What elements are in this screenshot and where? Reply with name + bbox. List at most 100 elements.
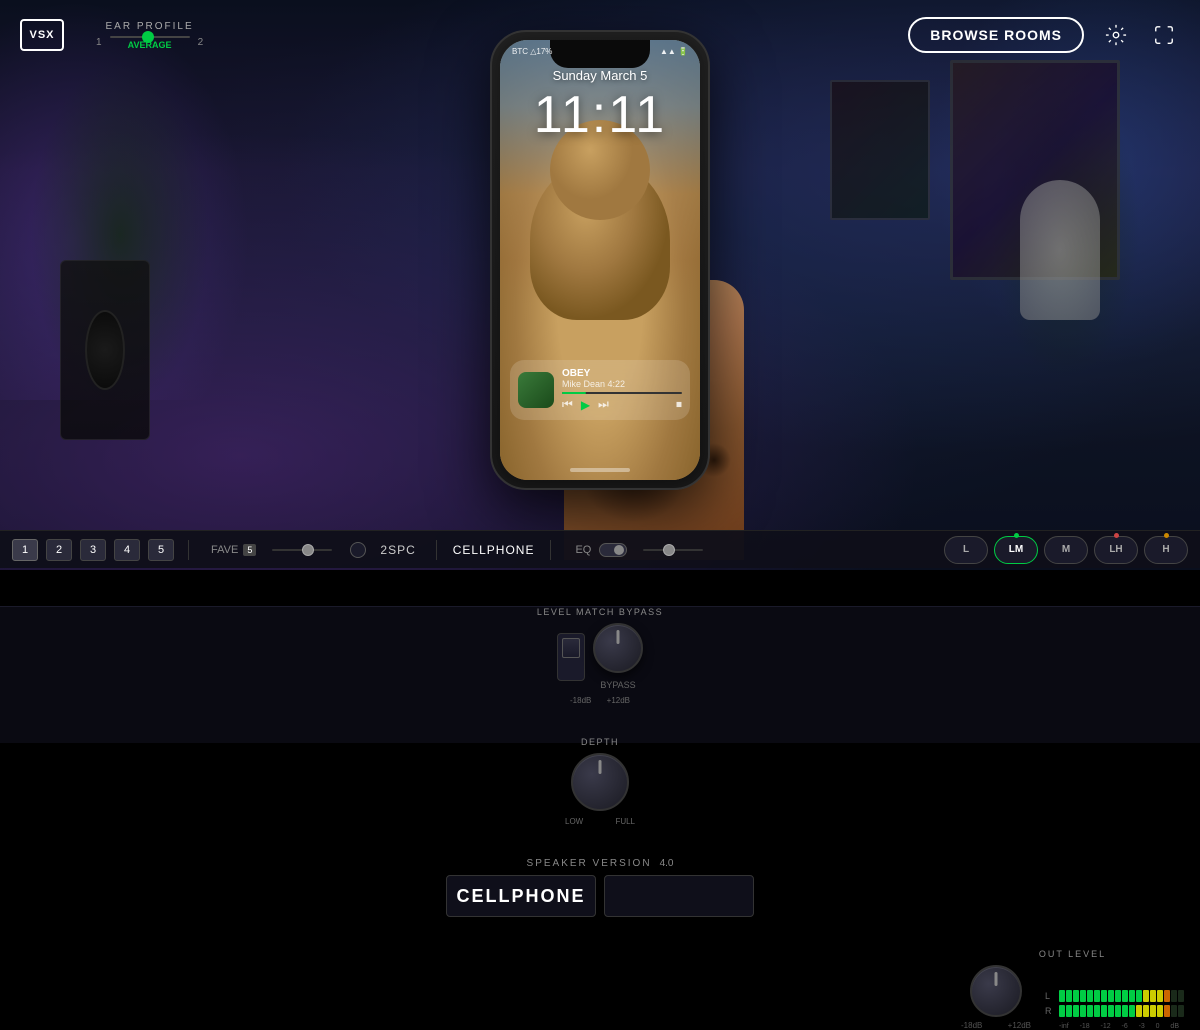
preset-5-button[interactable]: 5	[148, 539, 174, 561]
browse-rooms-button[interactable]: BROWSE ROOMS	[908, 17, 1084, 53]
level-match-min: -18dB	[570, 696, 591, 705]
ear-profile-section: EAR PROFILE 1 AVERAGE 2	[96, 21, 203, 50]
depth-knob[interactable]	[571, 753, 629, 811]
fave-num: 5	[243, 544, 256, 556]
meter-label-db: dB	[1170, 1023, 1179, 1030]
meter-label-inf: -inf	[1059, 1023, 1069, 1030]
speaker-mode-group: L LM M LH H	[944, 536, 1188, 564]
meter-l-bar	[1059, 990, 1184, 1002]
speaker-version-section: SPEAKER VERSION 4.0 CELLPHONE	[446, 858, 754, 917]
music-artist: Mike Dean 4:22	[562, 379, 682, 389]
level-knob[interactable]	[593, 623, 643, 673]
header-right: BROWSE ROOMS	[908, 17, 1180, 53]
speaker-version-label: SPEAKER VERSION	[527, 858, 652, 869]
vsx-logo: VSX	[20, 19, 64, 51]
speaker-mode-lh[interactable]: LH	[1094, 536, 1138, 564]
meter-label-12: -12	[1101, 1023, 1111, 1030]
speaker-mode-m[interactable]: M	[1044, 536, 1088, 564]
level-match-bypass-section: LEVEL MATCH BYPASS BYPASS -18dB +12dB	[537, 607, 663, 705]
header: VSX EAR PROFILE 1 AVERAGE 2 BROWSE ROOMS	[0, 0, 1200, 70]
app: BTC △17% ▲▲ 🔋 Sunday March 5 11:11 OBEY …	[0, 0, 1200, 743]
depth-label: DEPTH	[581, 737, 619, 747]
speaker-mode-lm-dot	[1014, 533, 1019, 538]
meter-row-r: R	[1045, 1005, 1184, 1017]
music-next[interactable]: ⏭	[598, 397, 609, 412]
music-album-art	[518, 372, 554, 408]
level-match-bypass-label: LEVEL MATCH BYPASS	[537, 607, 663, 617]
speaker-display-row: CELLPHONE	[446, 875, 754, 917]
fullscreen-button[interactable]	[1148, 19, 1180, 51]
out-level-min: -18dB	[961, 1021, 982, 1030]
ear-profile-thumb[interactable]	[142, 31, 154, 43]
speaker-mode-l[interactable]: L	[944, 536, 988, 564]
phone-date: Sunday March 5	[500, 68, 700, 83]
bypass-knob	[562, 638, 580, 658]
preset-4-button[interactable]: 4	[114, 539, 140, 561]
ear-profile-label: EAR PROFILE	[105, 21, 193, 32]
eq-label: EQ	[575, 544, 591, 556]
eq-toggle[interactable]	[599, 543, 627, 557]
mode-indicator-dot	[350, 542, 366, 558]
mode-2spc-label: 2SPC	[380, 543, 415, 557]
depth-section: DEPTH LOW FULL	[565, 737, 635, 826]
level-meter-row: -18dB +12dB L	[961, 965, 1184, 1030]
music-prev[interactable]: ⏮	[562, 397, 573, 412]
out-level-max: +12dB	[1008, 1021, 1031, 1030]
music-play[interactable]: ▶	[581, 398, 590, 412]
meter-r-label: R	[1045, 1006, 1055, 1016]
meter-l-label: L	[1045, 991, 1055, 1001]
out-level-knob[interactable]	[970, 965, 1022, 1017]
depth-min: LOW	[565, 817, 583, 826]
meter-label-3: -3	[1139, 1023, 1145, 1030]
transport-slider-thumb[interactable]	[302, 544, 314, 556]
meter-label-18: -18	[1080, 1023, 1090, 1030]
speaker-mode-lh-dot	[1114, 533, 1119, 538]
phone-container: BTC △17% ▲▲ 🔋 Sunday March 5 11:11 OBEY …	[430, 30, 770, 560]
meter-r-bar	[1059, 1005, 1184, 1017]
preset-1-button[interactable]: 1	[12, 539, 38, 561]
phone-music-player: OBEY Mike Dean 4:22 ⏮ ▶ ⏭	[510, 360, 690, 420]
out-level-label: OUT LEVEL	[1039, 949, 1106, 959]
ear-profile-max: 2	[198, 37, 204, 48]
meter-label-6: -6	[1122, 1023, 1128, 1030]
level-match-max: +12dB	[607, 696, 630, 705]
out-level-section: OUT LEVEL -18dB +12dB L	[961, 949, 1184, 1030]
speaker-display-empty	[604, 875, 754, 917]
preset-2-button[interactable]: 2	[46, 539, 72, 561]
depth-range: LOW FULL	[565, 817, 635, 826]
settings-button[interactable]	[1100, 19, 1132, 51]
ear-profile-min: 1	[96, 37, 102, 48]
level-meters: L	[1045, 990, 1184, 1030]
music-title: OBEY	[562, 368, 682, 379]
phone-body: BTC △17% ▲▲ 🔋 Sunday March 5 11:11 OBEY …	[490, 30, 710, 490]
speaker-mode-h-dot	[1164, 533, 1169, 538]
eq-slider-thumb[interactable]	[663, 544, 675, 556]
speaker-display-active: CELLPHONE	[446, 875, 596, 917]
music-info: OBEY Mike Dean 4:22 ⏮ ▶ ⏭	[562, 368, 682, 412]
bypass-label: BYPASS	[600, 680, 635, 690]
music-stop[interactable]: ⏹	[676, 397, 682, 412]
mode-cellphone-label: CELLPHONE	[453, 543, 535, 557]
eq-toggle-knob	[614, 545, 624, 555]
meter-label-0: 0	[1156, 1023, 1160, 1030]
transport-slider[interactable]	[272, 549, 332, 551]
controls-panel: LEVEL MATCH BYPASS BYPASS -18dB +12dB DE…	[0, 606, 1200, 743]
phone-screen: BTC △17% ▲▲ 🔋 Sunday March 5 11:11 OBEY …	[500, 40, 700, 480]
meter-row-l: L	[1045, 990, 1184, 1002]
ear-profile-track[interactable]	[110, 36, 190, 38]
level-match-range: -18dB +12dB	[570, 696, 630, 705]
speaker-mode-lm[interactable]: LM	[994, 536, 1038, 564]
preset-3-button[interactable]: 3	[80, 539, 106, 561]
ear-profile-slider[interactable]: 1 AVERAGE 2	[96, 36, 203, 50]
meter-scale-labels: -inf -18 -12 -6 -3 0 dB	[1059, 1023, 1179, 1030]
speaker-version-num: 4.0	[660, 858, 674, 869]
eq-slider[interactable]	[643, 549, 703, 551]
background-scene: BTC △17% ▲▲ 🔋 Sunday March 5 11:11 OBEY …	[0, 0, 1200, 570]
speaker-display-text: CELLPHONE	[456, 886, 585, 907]
bypass-switch[interactable]	[557, 633, 585, 681]
fave-label: FAVE 5	[211, 544, 256, 556]
phone-time: 11:11	[500, 85, 700, 145]
speaker-mode-h[interactable]: H	[1144, 536, 1188, 564]
depth-max: FULL	[615, 817, 635, 826]
transport-bar: 1 2 3 4 5 FAVE 5 2SPC CELLPHONE EQ	[0, 530, 1200, 568]
